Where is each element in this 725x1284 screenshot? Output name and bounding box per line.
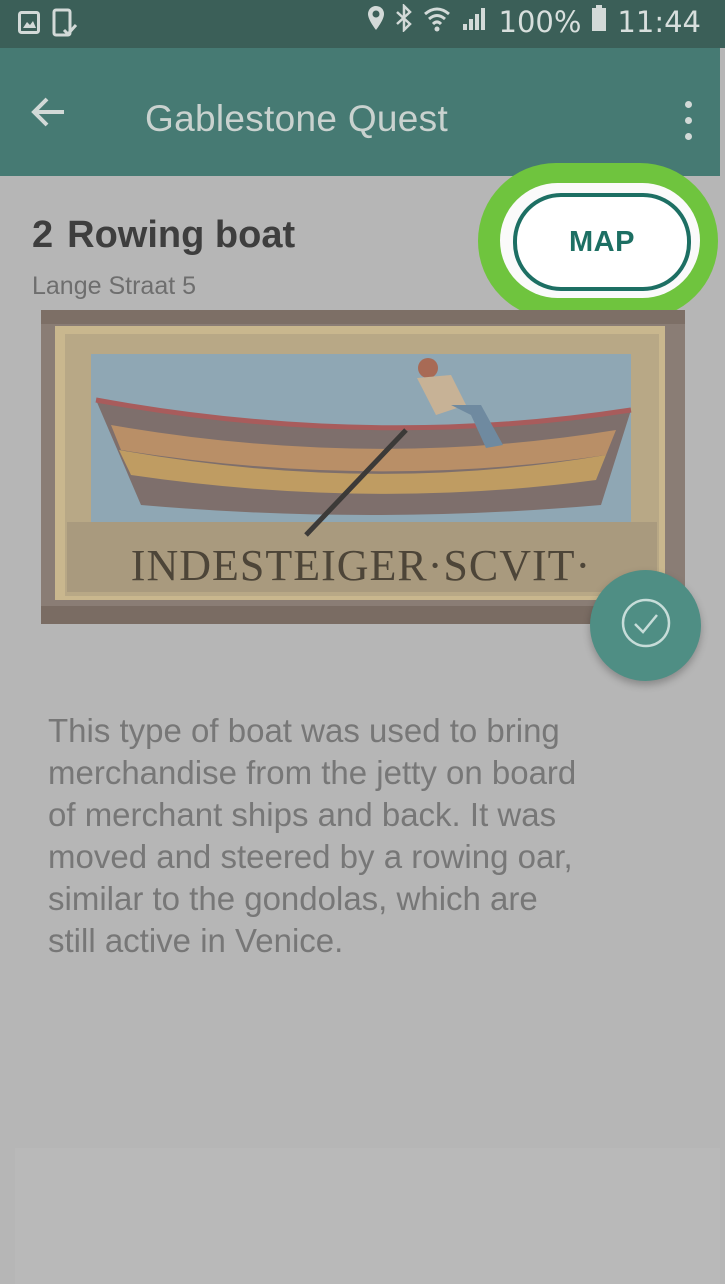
more-vertical-icon <box>684 100 692 108</box>
app-title: Gablestone Quest <box>145 98 449 139</box>
image-inscription: INDESTEIGER·SCVIT· <box>131 541 591 590</box>
status-bar: 100% 11:44 <box>0 0 725 48</box>
phone-check-icon <box>52 8 78 42</box>
poi-description: This type of boat was used to bring merc… <box>48 712 577 959</box>
check-circle-icon <box>619 596 673 655</box>
overflow-menu-button[interactable] <box>678 96 698 144</box>
battery-icon <box>591 4 607 39</box>
bottom-panel <box>15 1148 720 1284</box>
poi-number: 2 <box>32 214 54 256</box>
signal-icon <box>461 4 489 39</box>
battery-percent: 100% <box>498 4 582 39</box>
image-icon <box>18 10 40 40</box>
gablestone-image: INDESTEIGER·SCVIT· <box>41 310 685 624</box>
arrow-left-icon <box>30 96 66 133</box>
location-pin-icon <box>367 5 385 38</box>
wifi-icon <box>423 4 451 39</box>
clock: 11:44 <box>617 4 701 39</box>
app-bar: Gablestone Quest <box>0 48 720 176</box>
poi-address: Lange Straat 5 <box>32 272 197 300</box>
mark-visited-button[interactable] <box>590 570 701 681</box>
bluetooth-icon <box>395 2 413 39</box>
screen: 100% 11:44 Gablestone Quest 2 Rowing boa… <box>0 0 725 1284</box>
poi-heading: 2 Rowing boat <box>32 214 295 257</box>
back-button[interactable] <box>22 88 74 140</box>
map-button[interactable]: MAP <box>513 193 691 291</box>
poi-name: Rowing boat <box>67 214 296 256</box>
